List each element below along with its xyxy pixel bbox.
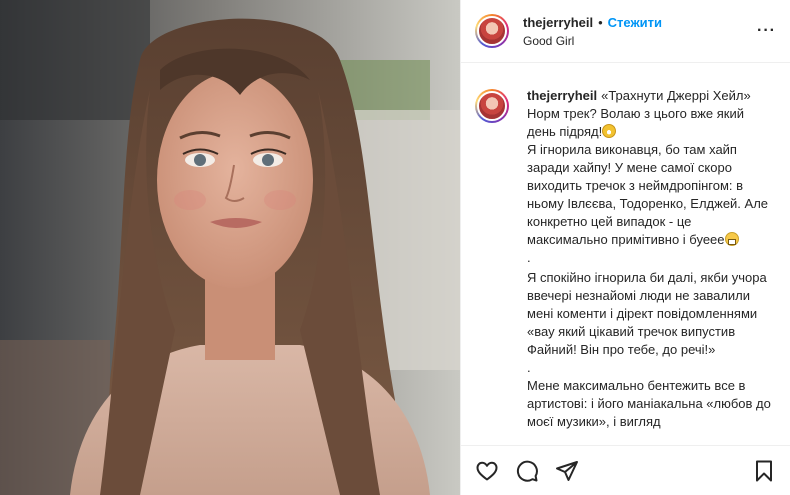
caption-row: thejerryheil «Трахнути Джеррі Хейл» Норм … — [475, 87, 774, 431]
caption-paragraph-2: Я ігнорила виконавця, бо там хайп заради… — [527, 142, 772, 247]
post-header: thejerryheil • Стежити Good Girl ··· — [461, 0, 790, 63]
author-info: thejerryheil • Стежити Good Girl — [523, 15, 662, 48]
caption-avatar[interactable] — [475, 89, 509, 123]
caption-paragraph-4: Я спокійно ігнорила би далі, якби учора … — [527, 270, 771, 357]
caption-paragraph-5: . — [527, 360, 531, 375]
heart-icon[interactable] — [475, 459, 499, 483]
bookmark-icon[interactable] — [752, 459, 776, 483]
follow-button[interactable]: Стежити — [608, 15, 662, 30]
action-bar — [461, 445, 790, 495]
caption-username[interactable]: thejerryheil — [527, 88, 597, 103]
post-location[interactable]: Good Girl — [523, 34, 662, 48]
grimacing-emoji — [724, 232, 739, 246]
post-sidebar: thejerryheil • Стежити Good Girl ··· the… — [460, 0, 790, 495]
face-screaming-emoji — [602, 124, 617, 138]
caption-text: thejerryheil «Трахнути Джеррі Хейл» Норм … — [527, 87, 774, 431]
caption-paragraph-6: Мене максимально бентежить все в артисто… — [527, 378, 775, 429]
caption-paragraph-1: thejerryheil «Трахнути Джеррі Хейл» Норм … — [527, 88, 755, 139]
post-photo-image — [0, 0, 460, 495]
caption-paragraph-3: . — [527, 250, 531, 265]
more-options-icon[interactable]: ··· — [757, 22, 776, 40]
share-icon[interactable] — [555, 459, 579, 483]
comment-icon[interactable] — [515, 459, 539, 483]
separator-dot: • — [598, 14, 603, 30]
instagram-post: thejerryheil • Стежити Good Girl ··· the… — [0, 0, 790, 495]
post-photo[interactable] — [0, 0, 460, 495]
author-avatar[interactable] — [475, 14, 509, 48]
author-username[interactable]: thejerryheil — [523, 15, 593, 30]
comments-section[interactable]: thejerryheil «Трахнути Джеррі Хейл» Норм … — [461, 63, 790, 445]
